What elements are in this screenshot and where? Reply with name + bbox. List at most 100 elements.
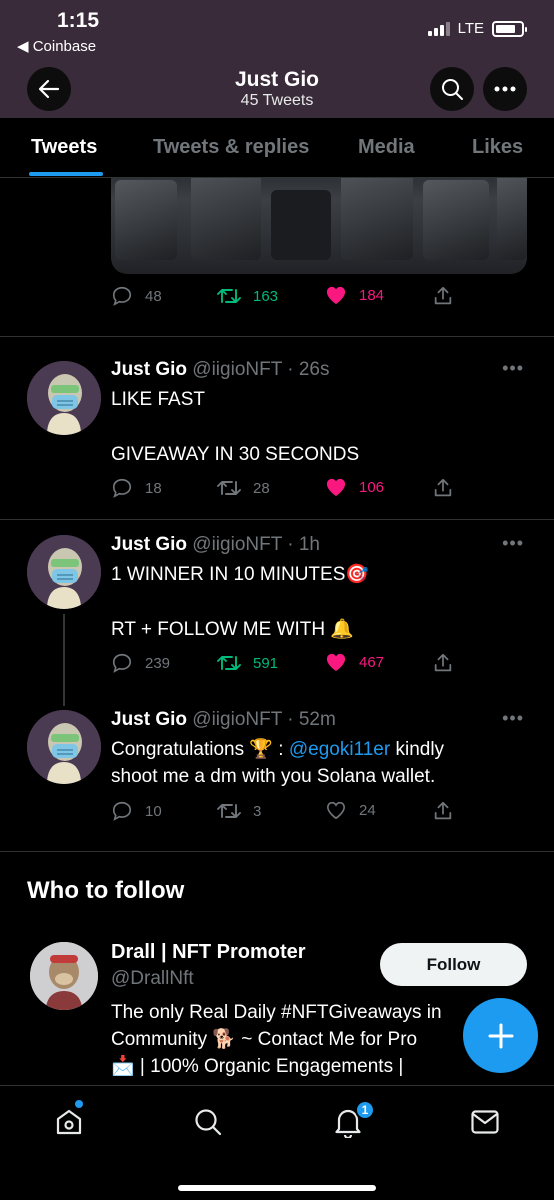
author-handle-time: @iigioNFT · 1h [192,534,320,555]
tweet-actions: 10 3 24 [111,800,461,826]
notifications-badge: 1 [355,1100,375,1120]
share-icon [434,478,452,497]
like-button[interactable]: 467 [325,652,384,672]
tweet-text-part: Congratulations 🏆 : [111,739,289,760]
tweet-more-button[interactable]: ••• [502,708,524,729]
tweet-text: 1 WINNER IN 10 MINUTES🎯 RT + FOLLOW ME W… [111,561,531,643]
reply-count: 239 [145,654,171,672]
reply-button[interactable]: 48 [111,285,162,307]
like-button[interactable]: 106 [325,477,384,497]
who-to-follow-heading: Who to follow [27,877,185,904]
new-content-dot [75,1100,83,1108]
tweet-text-part: kindly [390,739,445,760]
author-name[interactable]: Just Gio [111,359,187,380]
more-options-button[interactable] [483,67,527,111]
avatar[interactable] [30,942,98,1010]
retweet-icon [217,804,241,818]
retweet-button[interactable]: 3 [217,800,261,822]
suggested-user-handle: @DrallNft [111,968,194,989]
mention-link[interactable]: @egoki11er [289,739,390,760]
tweet-text: LIKE FAST GIVEAWAY IN 30 SECONDS [111,386,531,468]
ape-avatar-icon [27,361,101,435]
like-count: 24 [359,801,376,819]
share-button[interactable] [432,477,454,499]
reply-button[interactable]: 239 [111,652,170,674]
suggested-user-name[interactable]: Drall | NFT Promoter [111,941,306,964]
retweet-icon [217,481,241,495]
compose-tweet-button[interactable] [463,998,538,1073]
reply-icon [112,286,132,306]
reply-count: 18 [145,479,162,497]
profile-header: 1:15 ◀ Coinbase LTE Just Gio 45 Tweets [0,0,554,118]
author-name[interactable]: Just Gio [111,709,187,730]
share-button[interactable] [432,652,454,674]
reply-count: 48 [145,287,162,305]
tweet-actions: 18 28 106 [111,477,461,503]
retweet-button[interactable]: 163 [217,285,278,307]
retweet-icon [217,656,241,670]
avatar[interactable] [27,535,101,609]
bio-line: Community 🐕 ~ Contact Me for Pro [111,1029,418,1050]
back-to-app-link[interactable]: ◀ Coinbase [17,37,96,55]
retweet-button[interactable]: 28 [217,477,270,499]
author-handle-time: @iigioNFT · 26s [192,359,330,380]
tweet-more-button[interactable]: ••• [502,533,524,554]
tweet-more-button[interactable]: ••• [502,358,524,379]
like-button[interactable]: 184 [325,285,384,305]
tab-tweets[interactable]: Tweets [31,136,97,159]
tweet-actions: 48 163 184 [111,285,461,311]
ape-avatar-icon [27,535,101,609]
heart-filled-icon [326,653,346,672]
tweet-actions: 239 591 467 [111,652,461,678]
search-button[interactable] [430,67,474,111]
avatar[interactable] [27,710,101,784]
reply-icon [112,801,132,821]
tab-tweets-replies[interactable]: Tweets & replies [153,136,309,159]
status-time: 1:15 [57,9,100,32]
tweet-line: 1 WINNER IN 10 MINUTES🎯 [111,564,370,585]
tweet-divider [0,519,554,520]
section-divider [0,851,554,852]
heart-outline-icon [326,801,346,820]
retweet-count: 163 [253,287,279,305]
nav-explore[interactable] [190,1104,226,1140]
nav-messages[interactable] [467,1104,503,1140]
nav-home[interactable] [51,1104,87,1140]
reply-button[interactable]: 18 [111,477,162,499]
bio-line: The only Real Daily #NFTGiveaways in [111,1002,442,1023]
retweet-button[interactable]: 591 [217,652,278,674]
thread-connector [63,614,65,706]
more-horizontal-icon [494,86,516,92]
reply-button[interactable]: 10 [111,800,162,822]
ape-avatar-icon [27,710,101,784]
retweet-count: 28 [253,479,270,497]
tweet-text: Congratulations 🏆 : @egoki11er kindly sh… [111,736,531,790]
avatar[interactable] [27,361,101,435]
tweet-line: RT + FOLLOW ME WITH 🔔 [111,619,355,640]
bio-line: 📩 | 100% Organic Engagements | [111,1056,404,1077]
retweet-count: 591 [253,654,279,672]
tab-likes[interactable]: Likes [472,136,523,159]
reply-icon [112,653,132,673]
ape-avatar-icon [30,942,98,1010]
tweet-header: Just Gio @iigioNFT · 52m [111,709,336,731]
author-name[interactable]: Just Gio [111,534,187,555]
tweet-line: GIVEAWAY IN 30 SECONDS [111,444,360,465]
search-icon [442,79,463,100]
like-count: 184 [359,286,385,304]
follow-button[interactable]: Follow [380,943,527,986]
tab-media[interactable]: Media [358,136,415,159]
share-button[interactable] [432,285,454,307]
like-count: 467 [359,653,385,671]
plus-icon [488,1023,513,1048]
retweet-icon [217,289,241,303]
share-icon [434,801,452,820]
like-button[interactable]: 24 [325,800,376,820]
reply-count: 10 [145,802,162,820]
tweet-line: Congratulations 🏆 : @egoki11er kindly [111,736,531,763]
author-handle-time: @iigioNFT · 52m [192,709,336,730]
tweet-line: LIKE FAST [111,389,205,410]
share-button[interactable] [432,800,454,822]
signal-icon [427,21,450,36]
tweet-header: Just Gio @iigioNFT · 26s [111,359,330,381]
